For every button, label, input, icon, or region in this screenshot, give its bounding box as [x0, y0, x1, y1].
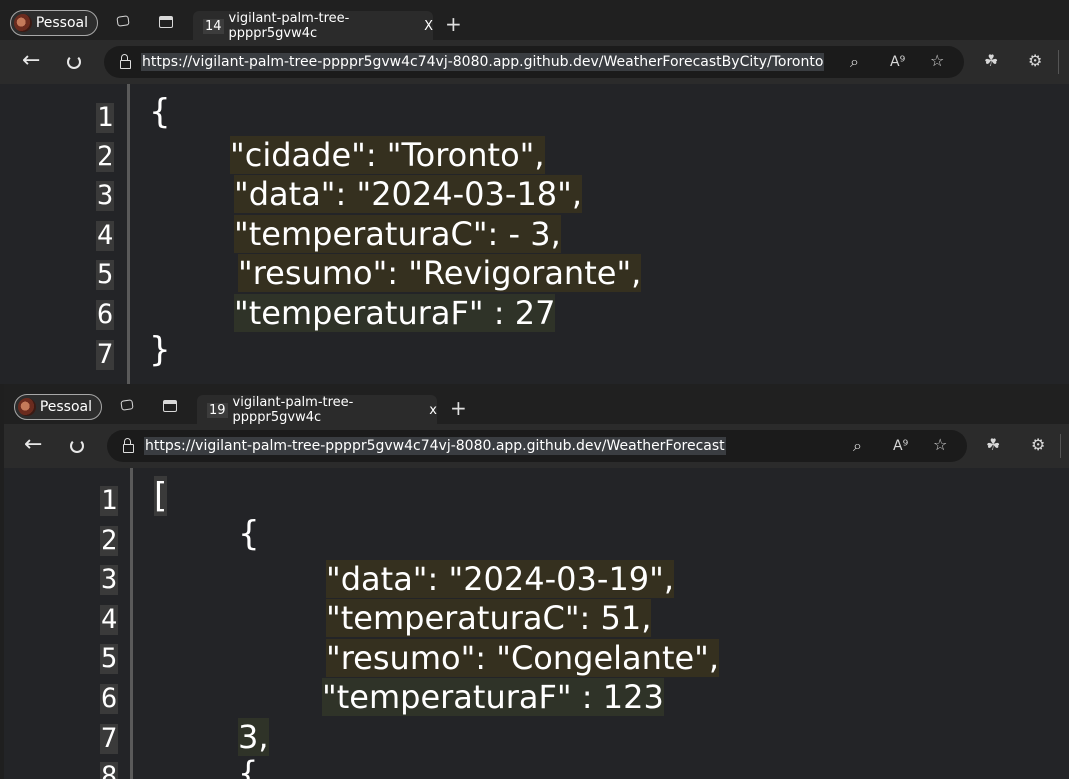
- line-number: 5: [100, 643, 119, 674]
- avatar: [14, 14, 32, 32]
- zoom-icon[interactable]: ⌕: [853, 437, 862, 455]
- address-bar: ← https://vigilant-palm-tree-ppppr5gvw4c…: [0, 40, 1069, 84]
- reload-icon[interactable]: [70, 439, 84, 453]
- profile-label: Pessoal: [35, 15, 88, 31]
- active-tab[interactable]: 14 vigilant-palm-tree-ppppr5gvw4c X: [193, 11, 433, 41]
- star-icon[interactable]: ☆: [933, 436, 947, 454]
- back-arrow-icon[interactable]: ←: [22, 50, 40, 72]
- extensions-icon[interactable]: ⚙: [1028, 52, 1042, 70]
- json-line: "cidade": "Toronto",: [230, 136, 545, 174]
- new-tab-button[interactable]: +: [450, 396, 467, 420]
- workspaces-icon[interactable]: [120, 399, 134, 411]
- reload-icon[interactable]: [67, 55, 81, 69]
- json-line: "data": "2024-03-18",: [234, 175, 583, 213]
- back-arrow-icon[interactable]: ←: [24, 434, 42, 456]
- top-browser-window: Pessoal 14 vigilant-palm-tree-ppppr5gvw4…: [0, 0, 1069, 384]
- url-field[interactable]: https://vigilant-palm-tree-ppppr5gvw4c74…: [104, 46, 964, 78]
- json-viewer: 1 2 3 4 5 6 7 8 [ { "data": "2024-03-19"…: [4, 468, 1069, 779]
- json-line: "resumo": "Revigorante",: [238, 254, 642, 292]
- tab-bar: Pessoal 19 vigilant-palm-tree-ppppr5gvw4…: [4, 384, 1069, 425]
- line-number: 2: [96, 141, 115, 172]
- workspaces-icon[interactable]: [116, 15, 130, 27]
- json-line: "temperaturaF" : 123: [322, 678, 664, 716]
- tab-title: vigilant-palm-tree-ppppr5gvw4c: [228, 11, 350, 41]
- profile-label: Pessoal: [39, 399, 92, 415]
- gutter-divider: [127, 84, 130, 384]
- tab-close-button[interactable]: x: [429, 403, 437, 418]
- tab-number: 19: [207, 402, 228, 418]
- tab-title: vigilant-palm-tree-ppppr5gvw4c: [232, 395, 354, 425]
- toolbar-divider: [1058, 50, 1059, 74]
- star-icon[interactable]: ☆: [930, 52, 944, 70]
- json-viewer: 1 2 3 4 5 6 7 { "cidade": "Toronto", "da…: [0, 84, 1069, 384]
- bottom-browser-window: Pessoal 19 vigilant-palm-tree-ppppr5gvw4…: [4, 384, 1069, 779]
- tab-actions-icon[interactable]: [159, 16, 173, 28]
- address-bar: ← https://vigilant-palm-tree-ppppr5gvw4c…: [4, 424, 1069, 468]
- url-text[interactable]: https://vigilant-palm-tree-ppppr5gvw4c74…: [141, 53, 825, 71]
- read-aloud-icon[interactable]: A⁹: [893, 437, 908, 455]
- line-number: 1: [96, 102, 115, 133]
- gutter-divider: [130, 468, 133, 779]
- line-number: 7: [96, 339, 115, 370]
- line-number: 1: [100, 485, 119, 516]
- json-line: {: [238, 754, 259, 779]
- active-tab[interactable]: 19 vigilant-palm-tree-ppppr5gvw4c x: [197, 395, 437, 425]
- line-number: 4: [96, 220, 115, 251]
- line-number: 3: [96, 180, 115, 211]
- url-text[interactable]: https://vigilant-palm-tree-ppppr5gvw4c74…: [144, 437, 726, 455]
- line-number: 4: [100, 604, 119, 635]
- profile-button[interactable]: Pessoal: [14, 394, 102, 420]
- tab-actions-icon[interactable]: [163, 400, 177, 412]
- line-number: 2: [100, 525, 119, 556]
- json-open-brace: {: [238, 514, 260, 554]
- new-tab-button[interactable]: +: [445, 12, 462, 36]
- json-line: "temperaturaC": - 3,: [234, 215, 561, 253]
- zoom-icon[interactable]: ⌕: [850, 53, 859, 71]
- json-line: "resumo": "Congelante",: [326, 639, 720, 677]
- avatar: [18, 398, 36, 416]
- line-number: 7: [100, 723, 119, 754]
- json-line: "data": "2024-03-19",: [326, 560, 675, 598]
- lock-icon: [120, 53, 131, 69]
- extensions-icon[interactable]: ⚙: [1031, 436, 1045, 454]
- line-number: 8: [100, 762, 119, 779]
- tab-number: 14: [203, 18, 224, 34]
- toolbar-divider: [1060, 434, 1061, 458]
- line-number: 3: [100, 564, 119, 595]
- json-close-brace: }: [149, 330, 171, 370]
- bug-icon[interactable]: ☘: [984, 52, 998, 70]
- tab-close-button[interactable]: X: [424, 19, 433, 34]
- json-open-brace: {: [149, 92, 171, 132]
- line-number: 6: [100, 683, 119, 714]
- read-aloud-icon[interactable]: A⁹: [890, 53, 905, 71]
- profile-button[interactable]: Pessoal: [10, 10, 98, 36]
- url-field[interactable]: https://vigilant-palm-tree-ppppr5gvw4c74…: [107, 430, 967, 462]
- lock-icon: [123, 437, 134, 453]
- line-number: 6: [96, 299, 115, 330]
- json-open-bracket: [: [154, 476, 168, 516]
- bug-icon[interactable]: ☘: [986, 436, 1000, 454]
- json-line: 3,: [238, 718, 269, 756]
- json-line: "temperaturaC": 51,: [326, 599, 652, 637]
- line-number: 5: [96, 259, 115, 290]
- json-line: "temperaturaF" : 27: [234, 294, 556, 332]
- tab-bar: Pessoal 14 vigilant-palm-tree-ppppr5gvw4…: [0, 0, 1069, 41]
